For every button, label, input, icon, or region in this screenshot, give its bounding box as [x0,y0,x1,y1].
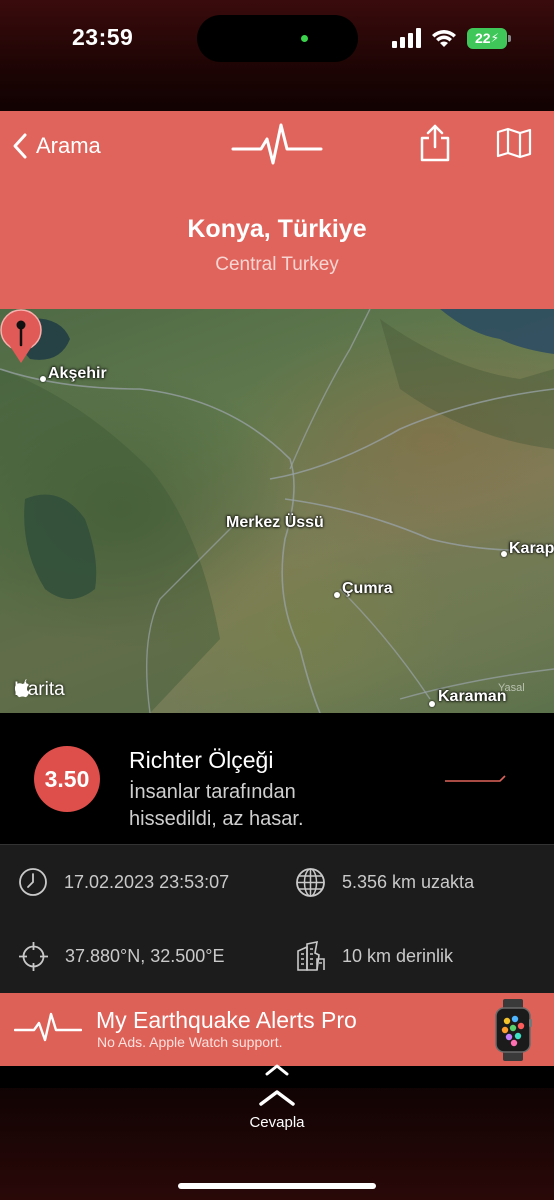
status-bar: 23:59 22 ⚡ [0,0,554,80]
heartbeat-icon [14,1012,82,1042]
clock-icon [19,868,47,896]
chevron-up-icon[interactable] [264,1063,290,1077]
back-button[interactable]: Arama [12,131,101,161]
detail-datetime: 17.02.2023 23:53:07 [18,867,229,897]
chevron-up-large-icon[interactable] [258,1088,296,1108]
globe-icon [296,868,325,897]
app-header: Arama Konya, Türkiye Central Turkey [0,111,554,309]
crosshair-icon [19,942,48,971]
camera-indicator-dot [301,35,308,42]
map-icon[interactable] [496,127,532,159]
city-dot-aksehir [40,376,46,382]
charging-bolt-icon: ⚡ [490,31,499,45]
magnitude-badge: 3.50 [34,746,100,812]
intensity-graph-icon [445,775,506,782]
dynamic-island [197,15,358,62]
city-label-karapinar: Karapı [509,540,554,557]
city-label-karaman: Karaman [438,688,507,705]
detail-coordinates: 37.880°N, 32.500°E [18,941,225,972]
apple-watch-icon [495,999,532,1061]
back-button-label: Arama [36,133,101,158]
home-indicator[interactable] [178,1183,376,1189]
details-panel: 17.02.2023 23:53:07 5.356 km uzakta 37.8… [0,844,554,993]
city-dot-karaman [429,701,435,707]
banner-subtitle: No Ads. Apple Watch support. [97,1034,283,1050]
battery-level: 22 [474,30,491,46]
status-time: 23:59 [72,24,134,50]
place-title: Konya, Türkiye [187,215,367,243]
depth-value: 10 km derinlik [342,946,454,966]
status-icons: 22 ⚡ [392,27,511,49]
detail-depth: 10 km derinlik [295,941,453,972]
banner-title: My Earthquake Alerts Pro [96,1007,357,1033]
city-dot-karapinar [501,551,507,557]
heartbeat-logo-icon [231,123,323,165]
pro-upgrade-banner[interactable]: My Earthquake Alerts Pro No Ads. Apple W… [0,993,554,1066]
detail-distance: 5.356 km uzakta [295,867,474,898]
earthquake-map[interactable]: Akşehir Çumra Karaman Karapı Merkez Üssü… [0,309,554,713]
battery-indicator: 22 ⚡ [467,27,511,49]
magnitude-scale-label: Richter Ölçeği [129,747,274,773]
reply-label[interactable]: Cevapla [0,1114,554,1131]
apple-logo-icon [14,679,30,698]
distance-value: 5.356 km uzakta [342,872,475,892]
epicenter-label: Merkez Üssü [226,514,324,531]
epicenter-pin-icon[interactable] [0,309,42,365]
share-icon[interactable] [418,123,452,163]
place-subtitle: Central Turkey [215,254,339,275]
wifi-icon [432,30,456,47]
cellular-signal-icon [392,28,421,48]
map-attribution: Harita [14,679,65,701]
city-dot-cumra [334,592,340,598]
coordinates-value: 37.880°N, 32.500°E [65,946,225,966]
chevron-left-icon [13,133,27,159]
city-label-aksehir: Akşehir [48,365,107,382]
datetime-value: 17.02.2023 23:53:07 [64,871,230,892]
map-legal-link[interactable]: Yasal [498,682,525,694]
magnitude-description: İnsanlar tarafından hissedildi, az hasar… [129,781,304,830]
city-label-cumra: Çumra [342,580,393,597]
damaged-buildings-icon [297,941,325,971]
magnitude-panel: 3.50 Richter Ölçeği İnsanlar tarafından … [0,713,554,844]
